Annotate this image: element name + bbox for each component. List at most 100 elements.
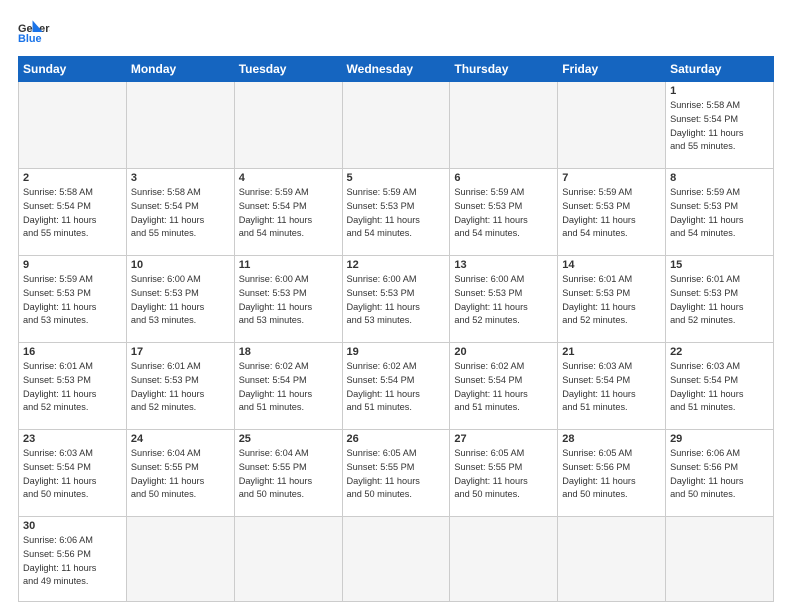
weekday-header-friday: Friday bbox=[558, 57, 666, 82]
day-info: Sunrise: 6:01 AM Sunset: 5:53 PM Dayligh… bbox=[131, 360, 230, 415]
calendar-cell: 8 Sunrise: 5:59 AM Sunset: 5:53 PM Daylig… bbox=[666, 169, 774, 256]
week-row-2: 2Sunrise: 5:58 AM Sunset: 5:54 PM Daylig… bbox=[19, 169, 774, 256]
calendar-table: SundayMondayTuesdayWednesdayThursdayFrid… bbox=[18, 56, 774, 602]
day-info: Sunrise: 6:01 AM Sunset: 5:53 PM Dayligh… bbox=[670, 273, 769, 328]
day-number: 25 bbox=[239, 433, 338, 445]
calendar-cell: 23Sunrise: 6:03 AM Sunset: 5:54 PM Dayli… bbox=[19, 430, 127, 517]
day-number: 13 bbox=[454, 259, 553, 271]
day-number: 12 bbox=[347, 259, 446, 271]
calendar-cell: 29Sunrise: 6:06 AM Sunset: 5:56 PM Dayli… bbox=[666, 430, 774, 517]
calendar-cell bbox=[450, 517, 558, 602]
calendar-cell: 2Sunrise: 5:58 AM Sunset: 5:54 PM Daylig… bbox=[19, 169, 127, 256]
day-info: Sunrise: 5:59 AM Sunset: 5:54 PM Dayligh… bbox=[239, 186, 338, 241]
calendar-cell: 26 Sunrise: 6:05 AM Sunset: 5:55 PM Dayli… bbox=[342, 430, 450, 517]
day-number: 11 bbox=[239, 259, 338, 271]
day-number: 21 bbox=[562, 346, 661, 358]
calendar-cell: 17 Sunrise: 6:01 AM Sunset: 5:53 PM Dayli… bbox=[126, 343, 234, 430]
day-number: 8 bbox=[670, 172, 769, 184]
calendar-cell: 25 Sunrise: 6:04 AM Sunset: 5:55 PM Dayli… bbox=[234, 430, 342, 517]
calendar-cell: 6 Sunrise: 5:59 AM Sunset: 5:53 PM Daylig… bbox=[450, 169, 558, 256]
calendar-cell bbox=[234, 517, 342, 602]
calendar-cell: 24 Sunrise: 6:04 AM Sunset: 5:55 PM Dayli… bbox=[126, 430, 234, 517]
calendar-cell: 5Sunrise: 5:59 AM Sunset: 5:53 PM Daylig… bbox=[342, 169, 450, 256]
day-info: Sunrise: 6:00 AM Sunset: 5:53 PM Dayligh… bbox=[239, 273, 338, 328]
day-info: Sunrise: 5:58 AM Sunset: 5:54 PM Dayligh… bbox=[131, 186, 230, 241]
day-number: 16 bbox=[23, 346, 122, 358]
calendar-cell: 21Sunrise: 6:03 AM Sunset: 5:54 PM Dayli… bbox=[558, 343, 666, 430]
page: General Blue SundayMondayTuesdayWednesda… bbox=[0, 0, 792, 612]
day-info: Sunrise: 5:59 AM Sunset: 5:53 PM Dayligh… bbox=[23, 273, 122, 328]
calendar-cell: 7Sunrise: 5:59 AM Sunset: 5:53 PM Daylig… bbox=[558, 169, 666, 256]
day-info: Sunrise: 6:06 AM Sunset: 5:56 PM Dayligh… bbox=[23, 534, 122, 589]
calendar-cell: 15 Sunrise: 6:01 AM Sunset: 5:53 PM Dayli… bbox=[666, 256, 774, 343]
calendar-cell bbox=[558, 82, 666, 169]
day-number: 24 bbox=[131, 433, 230, 445]
day-info: Sunrise: 6:04 AM Sunset: 5:55 PM Dayligh… bbox=[131, 447, 230, 502]
calendar-cell bbox=[342, 82, 450, 169]
weekday-header-sunday: Sunday bbox=[19, 57, 127, 82]
calendar-cell: 13 Sunrise: 6:00 AM Sunset: 5:53 PM Dayli… bbox=[450, 256, 558, 343]
calendar-cell bbox=[126, 517, 234, 602]
day-number: 19 bbox=[347, 346, 446, 358]
day-info: Sunrise: 6:00 AM Sunset: 5:53 PM Dayligh… bbox=[347, 273, 446, 328]
day-number: 6 bbox=[454, 172, 553, 184]
day-number: 1 bbox=[670, 85, 769, 97]
week-row-6: 30 Sunrise: 6:06 AM Sunset: 5:56 PM Dayli… bbox=[19, 517, 774, 602]
svg-text:Blue: Blue bbox=[18, 33, 42, 45]
day-number: 9 bbox=[23, 259, 122, 271]
day-number: 28 bbox=[562, 433, 661, 445]
calendar-cell: 14 Sunrise: 6:01 AM Sunset: 5:53 PM Dayli… bbox=[558, 256, 666, 343]
day-info: Sunrise: 6:05 AM Sunset: 5:55 PM Dayligh… bbox=[347, 447, 446, 502]
calendar-cell bbox=[450, 82, 558, 169]
day-number: 4 bbox=[239, 172, 338, 184]
calendar-cell: 16 Sunrise: 6:01 AM Sunset: 5:53 PM Dayli… bbox=[19, 343, 127, 430]
calendar-cell: 30 Sunrise: 6:06 AM Sunset: 5:56 PM Dayli… bbox=[19, 517, 127, 602]
day-info: Sunrise: 6:01 AM Sunset: 5:53 PM Dayligh… bbox=[562, 273, 661, 328]
day-number: 14 bbox=[562, 259, 661, 271]
day-info: Sunrise: 6:03 AM Sunset: 5:54 PM Dayligh… bbox=[23, 447, 122, 502]
generalblue-icon: General Blue bbox=[18, 18, 50, 46]
day-info: Sunrise: 6:05 AM Sunset: 5:56 PM Dayligh… bbox=[562, 447, 661, 502]
calendar-cell bbox=[342, 517, 450, 602]
week-row-3: 9 Sunrise: 5:59 AM Sunset: 5:53 PM Daylig… bbox=[19, 256, 774, 343]
day-info: Sunrise: 6:00 AM Sunset: 5:53 PM Dayligh… bbox=[454, 273, 553, 328]
calendar-cell: 4 Sunrise: 5:59 AM Sunset: 5:54 PM Daylig… bbox=[234, 169, 342, 256]
day-info: Sunrise: 6:02 AM Sunset: 5:54 PM Dayligh… bbox=[239, 360, 338, 415]
day-info: Sunrise: 6:00 AM Sunset: 5:53 PM Dayligh… bbox=[131, 273, 230, 328]
header: General Blue bbox=[18, 18, 774, 46]
day-info: Sunrise: 6:03 AM Sunset: 5:54 PM Dayligh… bbox=[670, 360, 769, 415]
day-number: 27 bbox=[454, 433, 553, 445]
calendar-cell: 28 Sunrise: 6:05 AM Sunset: 5:56 PM Dayli… bbox=[558, 430, 666, 517]
weekday-header-monday: Monday bbox=[126, 57, 234, 82]
weekday-header-wednesday: Wednesday bbox=[342, 57, 450, 82]
day-info: Sunrise: 6:05 AM Sunset: 5:55 PM Dayligh… bbox=[454, 447, 553, 502]
day-info: Sunrise: 6:02 AM Sunset: 5:54 PM Dayligh… bbox=[347, 360, 446, 415]
calendar-cell bbox=[234, 82, 342, 169]
day-number: 26 bbox=[347, 433, 446, 445]
calendar-cell: 12 Sunrise: 6:00 AM Sunset: 5:53 PM Dayli… bbox=[342, 256, 450, 343]
day-number: 7 bbox=[562, 172, 661, 184]
day-info: Sunrise: 6:01 AM Sunset: 5:53 PM Dayligh… bbox=[23, 360, 122, 415]
logo: General Blue bbox=[18, 18, 54, 46]
day-info: Sunrise: 6:02 AM Sunset: 5:54 PM Dayligh… bbox=[454, 360, 553, 415]
weekday-header-row: SundayMondayTuesdayWednesdayThursdayFrid… bbox=[19, 57, 774, 82]
calendar-cell bbox=[19, 82, 127, 169]
day-number: 17 bbox=[131, 346, 230, 358]
day-number: 15 bbox=[670, 259, 769, 271]
day-info: Sunrise: 5:59 AM Sunset: 5:53 PM Dayligh… bbox=[347, 186, 446, 241]
day-number: 20 bbox=[454, 346, 553, 358]
calendar-cell: 10Sunrise: 6:00 AM Sunset: 5:53 PM Dayli… bbox=[126, 256, 234, 343]
calendar-cell: 18 Sunrise: 6:02 AM Sunset: 5:54 PM Dayli… bbox=[234, 343, 342, 430]
weekday-header-tuesday: Tuesday bbox=[234, 57, 342, 82]
day-info: Sunrise: 6:06 AM Sunset: 5:56 PM Dayligh… bbox=[670, 447, 769, 502]
calendar-cell: 3Sunrise: 5:58 AM Sunset: 5:54 PM Daylig… bbox=[126, 169, 234, 256]
day-info: Sunrise: 6:04 AM Sunset: 5:55 PM Dayligh… bbox=[239, 447, 338, 502]
day-info: Sunrise: 5:59 AM Sunset: 5:53 PM Dayligh… bbox=[454, 186, 553, 241]
day-info: Sunrise: 5:59 AM Sunset: 5:53 PM Dayligh… bbox=[670, 186, 769, 241]
day-number: 18 bbox=[239, 346, 338, 358]
week-row-1: 1Sunrise: 5:58 AM Sunset: 5:54 PM Daylig… bbox=[19, 82, 774, 169]
day-info: Sunrise: 5:58 AM Sunset: 5:54 PM Dayligh… bbox=[23, 186, 122, 241]
calendar-cell: 11 Sunrise: 6:00 AM Sunset: 5:53 PM Dayli… bbox=[234, 256, 342, 343]
day-number: 30 bbox=[23, 520, 122, 532]
calendar-cell bbox=[558, 517, 666, 602]
